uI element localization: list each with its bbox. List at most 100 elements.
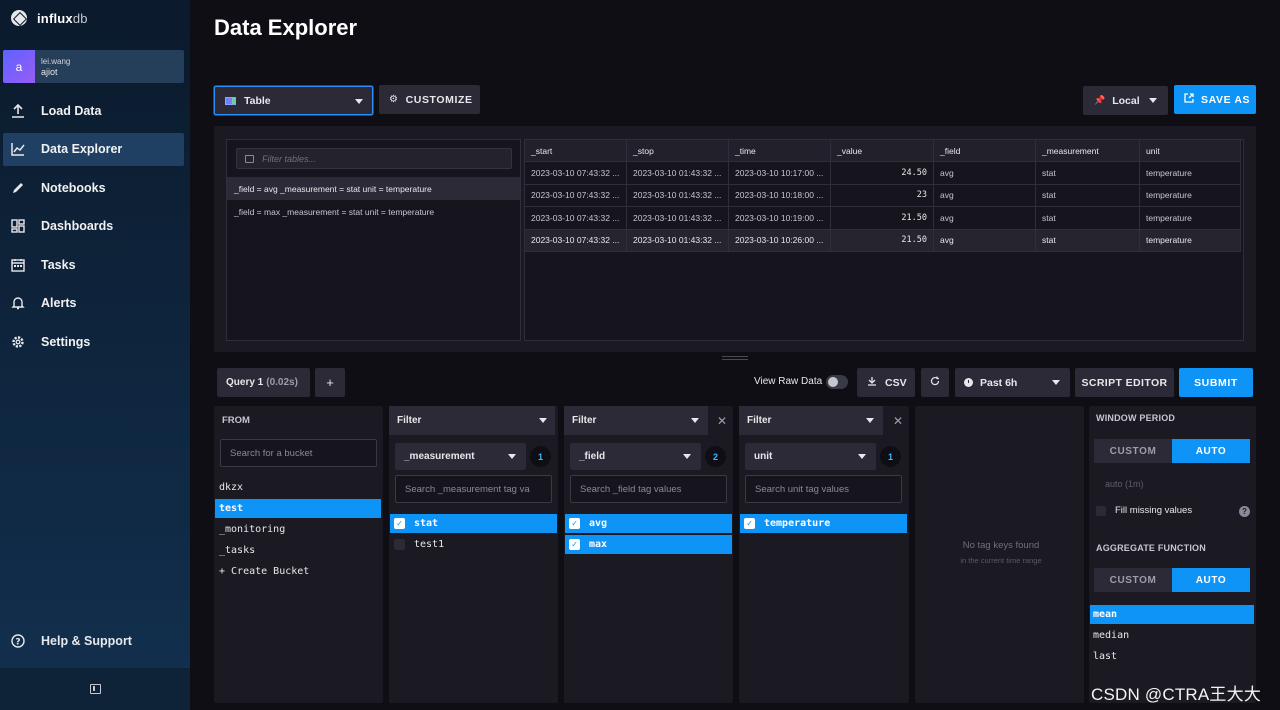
collapse-sidebar-button[interactable]: [0, 668, 190, 710]
table-cell: 2023-03-10 01:43:32 ...: [627, 162, 729, 185]
sidebar-item-load-data[interactable]: Load Data: [3, 94, 184, 127]
export-icon: [1184, 93, 1194, 106]
bucket-search-input[interactable]: Search for a bucket: [220, 439, 377, 467]
submit-button[interactable]: SUBMIT: [1179, 368, 1253, 397]
tag-key-dropdown[interactable]: unit: [745, 443, 876, 470]
table-column-header[interactable]: _time: [729, 140, 831, 162]
tag-key-dropdown[interactable]: _measurement: [395, 443, 526, 470]
timezone-label: Local: [1112, 94, 1140, 107]
add-query-button[interactable]: +: [315, 368, 345, 397]
table-column-header[interactable]: _start: [525, 140, 627, 162]
window-auto-button[interactable]: AUTO: [1172, 439, 1250, 463]
table-cell: 2023-03-10 07:43:32 ...: [525, 229, 627, 252]
graph-type-dropdown[interactable]: Table: [214, 86, 373, 115]
save-as-button[interactable]: SAVE AS: [1174, 85, 1256, 114]
save-as-label: SAVE AS: [1201, 93, 1251, 106]
tables-list: Filter tables... _field = avg _measureme…: [226, 139, 521, 341]
table-column-header[interactable]: _measurement: [1036, 140, 1140, 162]
create-bucket-link[interactable]: + Create Bucket: [215, 562, 381, 581]
table-column-header[interactable]: _stop: [627, 140, 729, 162]
tag-values-search-input[interactable]: Search unit tag values: [745, 475, 902, 503]
close-icon[interactable]: ✕: [717, 414, 727, 428]
time-range-dropdown[interactable]: Past 6h: [955, 368, 1070, 397]
customize-label: CUSTOMIZE: [405, 93, 473, 106]
view-raw-data-toggle[interactable]: [826, 375, 848, 389]
checkbox-unchecked-icon: [1096, 505, 1106, 516]
query-tab-label: Query 1: [226, 377, 264, 388]
tag-value-label: avg: [589, 518, 608, 529]
refresh-button[interactable]: [921, 368, 949, 397]
sidebar-item-alerts[interactable]: Alerts: [3, 287, 184, 320]
fill-missing-values[interactable]: Fill missing values: [1096, 505, 1192, 516]
csv-download-button[interactable]: CSV: [857, 368, 915, 397]
table-column-header[interactable]: _value: [831, 140, 934, 162]
aggregate-function-item-selected[interactable]: mean: [1090, 605, 1254, 624]
bucket-item[interactable]: dkzx: [215, 478, 381, 497]
customize-button[interactable]: ⚙ CUSTOMIZE: [379, 85, 480, 114]
sidebar-item-notebooks[interactable]: Notebooks: [3, 171, 184, 204]
help-support-link[interactable]: ? Help & Support: [11, 634, 132, 648]
table-cell: 23: [831, 184, 934, 207]
aggregate-custom-button[interactable]: CUSTOM: [1094, 568, 1172, 592]
tag-key-label: unit: [754, 451, 773, 462]
bucket-item[interactable]: _tasks: [215, 541, 381, 560]
sidebar-item-tasks[interactable]: Tasks: [3, 248, 184, 281]
window-custom-button[interactable]: CUSTOM: [1094, 439, 1172, 463]
calendar-icon: [11, 258, 25, 272]
table-list-item[interactable]: _field = avg _measurement = stat unit = …: [227, 177, 520, 200]
logo[interactable]: influxdb: [11, 10, 88, 26]
aggregate-auto-button[interactable]: AUTO: [1172, 568, 1250, 592]
user-widget[interactable]: a lei.wang ajiot: [3, 50, 184, 83]
window-period-label: WINDOW PERIOD: [1096, 413, 1176, 423]
clock-icon: [964, 378, 973, 387]
tag-value-item[interactable]: ✓ max: [565, 535, 732, 554]
tag-value-item[interactable]: test1: [390, 535, 557, 554]
timezone-dropdown[interactable]: 📌 Local: [1083, 86, 1168, 115]
table-cell: temperature: [1140, 207, 1241, 230]
tag-values-search-input[interactable]: Search _field tag values: [570, 475, 727, 503]
script-editor-button[interactable]: SCRIPT EDITOR: [1075, 368, 1174, 397]
filter-tables-input[interactable]: Filter tables...: [236, 148, 512, 169]
empty-filter-card: [915, 406, 1084, 703]
table-cell: stat: [1036, 207, 1140, 230]
filter-head-dropdown[interactable]: Filter: [389, 406, 555, 435]
bucket-item-selected[interactable]: test: [215, 499, 381, 518]
sidebar-item-label: Data Explorer: [41, 142, 123, 157]
tag-values-search-input[interactable]: Search _measurement tag va: [395, 475, 552, 503]
tag-value-item[interactable]: ✓ stat: [390, 514, 557, 533]
filter-head-dropdown[interactable]: Filter: [739, 406, 883, 435]
sidebar-item-label: Dashboards: [41, 219, 114, 234]
table-list-item[interactable]: _field = max _measurement = stat unit = …: [227, 200, 520, 223]
tag-value-label: max: [589, 539, 608, 550]
filter-head-dropdown[interactable]: Filter: [564, 406, 708, 435]
user-org: ajiot: [41, 66, 58, 77]
sidebar-item-dashboards[interactable]: Dashboards: [3, 210, 184, 243]
from-header: FROM: [214, 406, 383, 435]
resize-handle[interactable]: [722, 356, 748, 360]
sidebar-item-data-explorer[interactable]: Data Explorer: [3, 132, 184, 166]
table-column-header[interactable]: unit: [1140, 140, 1241, 162]
tag-values-search-placeholder: Search _field tag values: [580, 483, 682, 495]
table-cell: 2023-03-10 10:17:00 ...: [729, 162, 831, 185]
selected-count-badge: 2: [705, 446, 726, 467]
tag-key-dropdown[interactable]: _field: [570, 443, 701, 470]
upload-icon: [11, 103, 25, 118]
checkbox-checked-icon: ✓: [744, 518, 755, 529]
help-question-icon[interactable]: ?: [1239, 506, 1250, 517]
csv-label: CSV: [885, 376, 907, 389]
close-icon[interactable]: ✕: [893, 414, 903, 428]
tag-value-item[interactable]: ✓ avg: [565, 514, 732, 533]
sidebar-item-settings[interactable]: Settings: [3, 326, 184, 359]
bucket-item[interactable]: _monitoring: [215, 520, 381, 539]
raw-data-table: _start _stop _time _value _field _measurement…: [524, 139, 1244, 341]
query-tab[interactable]: Query 1 (0.02s): [217, 368, 310, 397]
chevron-down-icon: [539, 418, 547, 423]
table-cell: temperature: [1140, 184, 1241, 207]
aggregate-function-item[interactable]: median: [1090, 626, 1254, 645]
checkbox-checked-icon: ✓: [569, 518, 580, 529]
logo-text: influxdb: [37, 10, 88, 26]
filter-head-label: Filter: [397, 415, 422, 426]
aggregate-function-item[interactable]: last: [1090, 647, 1254, 666]
tag-value-item[interactable]: ✓ temperature: [740, 514, 907, 533]
table-column-header[interactable]: _field: [934, 140, 1036, 162]
